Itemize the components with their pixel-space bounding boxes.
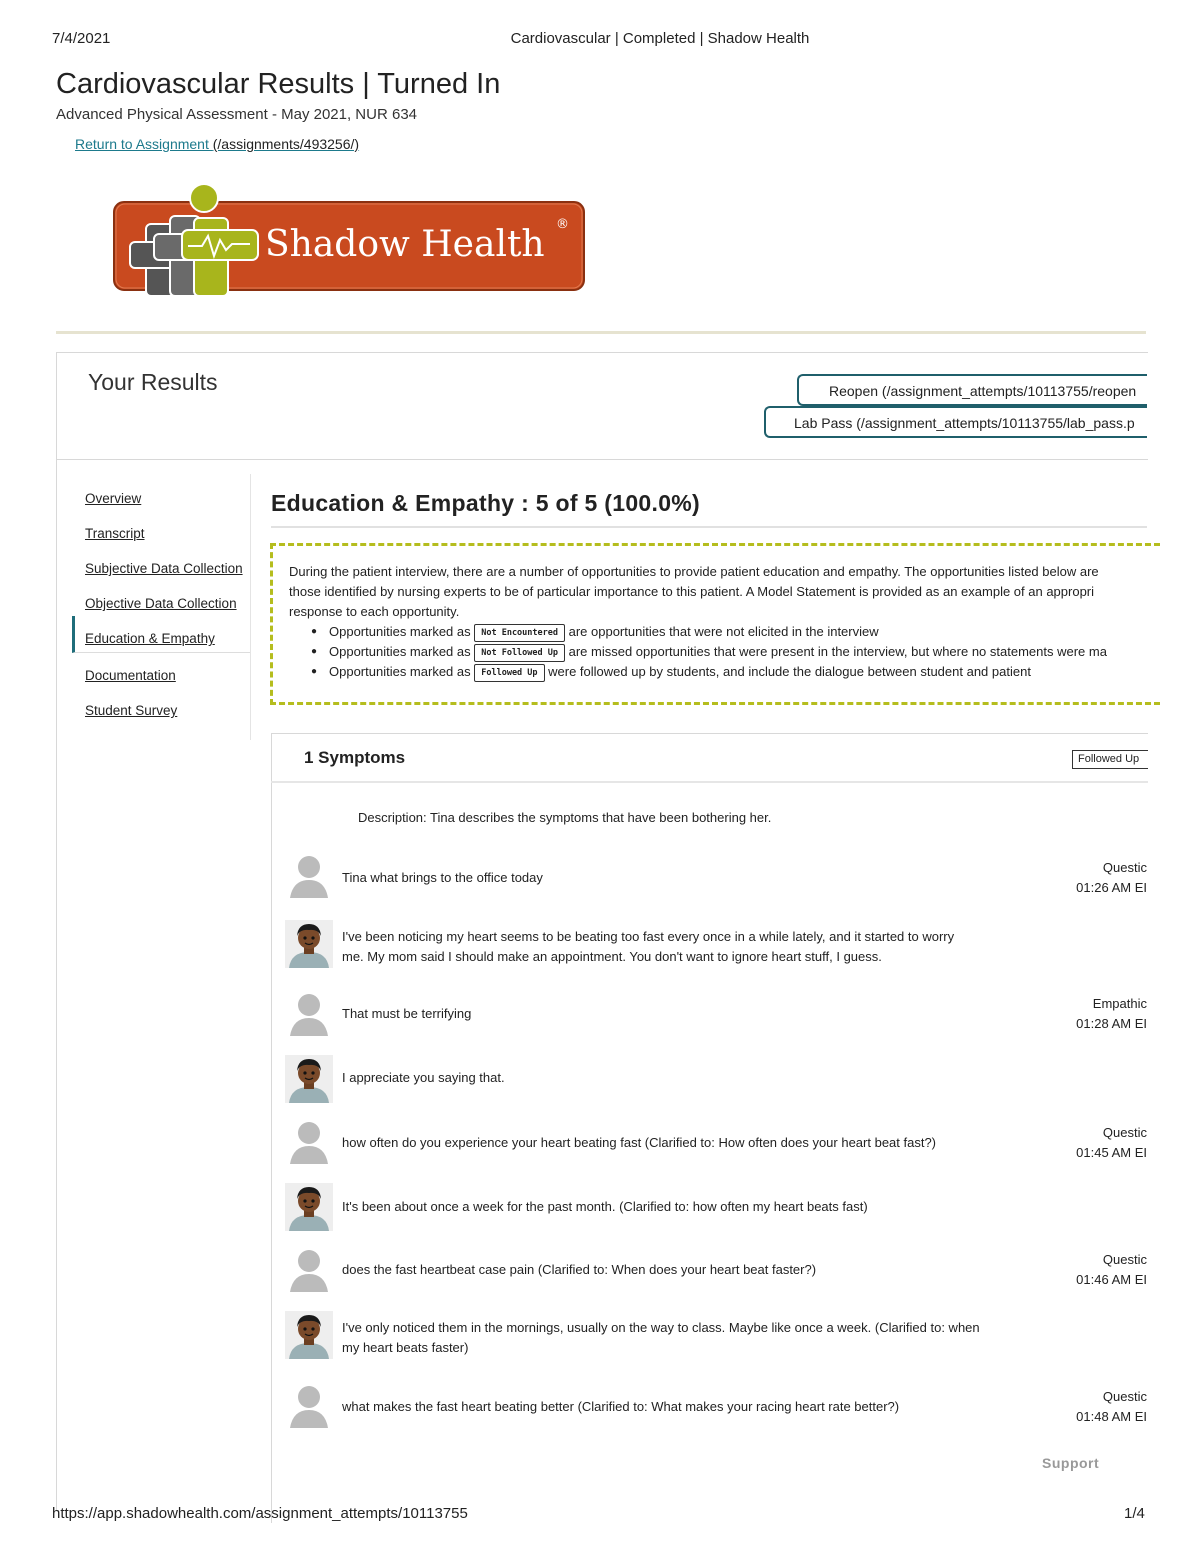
patient-avatar-icon bbox=[285, 1311, 333, 1359]
message-time: 01:46 AM EI bbox=[1076, 1272, 1147, 1287]
course-subtitle: Advanced Physical Assessment - May 2021,… bbox=[56, 106, 418, 123]
legend-item: Opportunities marked as Not Encountered … bbox=[311, 622, 1146, 642]
return-link-path: (/assignments/493256/) bbox=[212, 136, 360, 152]
conversation-row-patient: It's been about once a week for the past… bbox=[285, 1183, 1147, 1231]
legend-item: Opportunities marked as Followed Up were… bbox=[311, 662, 1146, 682]
print-title: Cardiovascular | Completed | Shadow Heal… bbox=[510, 30, 810, 47]
patient-avatar-icon bbox=[285, 920, 333, 968]
return-link-label[interactable]: Return to Assignment bbox=[75, 136, 213, 152]
legend-suffix: are opportunities that were not elicited… bbox=[565, 624, 879, 639]
logo-registered: ® bbox=[556, 217, 569, 232]
your-results-title: Your Results bbox=[88, 369, 218, 395]
print-page-number: 1/4 bbox=[1124, 1505, 1145, 1522]
message-meta: Questic 01:46 AM EI bbox=[1047, 1250, 1147, 1290]
section-divider bbox=[271, 526, 1147, 528]
message-time: 01:28 AM EI bbox=[1076, 1016, 1147, 1031]
conversation-row-student: That must be terrifying Empathic 01:28 AM… bbox=[285, 990, 1147, 1038]
legend-suffix: are missed opportunities that were prese… bbox=[565, 644, 1107, 659]
legend-list: Opportunities marked as Not Encountered … bbox=[311, 622, 1146, 682]
education-info-box: During the patient interview, there are … bbox=[270, 543, 1160, 705]
opportunity-status-badge: Followed Up bbox=[1072, 750, 1148, 769]
patient-message: It's been about once a week for the past… bbox=[342, 1199, 868, 1214]
conversation-row-student: what makes the fast heart beating better… bbox=[285, 1382, 1147, 1430]
conversation-row-student: Tina what brings to the office today Que… bbox=[285, 852, 1147, 900]
info-intro-line-3: response to each opportunity. bbox=[289, 604, 460, 619]
logo-text: Shadow Health bbox=[265, 224, 545, 265]
info-intro-line-1: During the patient interview, there are … bbox=[289, 564, 1099, 579]
lab-pass-button[interactable]: Lab Pass (/assignment_attempts/10113755/… bbox=[764, 406, 1147, 438]
message-type: Questic bbox=[1102, 860, 1147, 875]
opportunity-description: Description: Tina describes the symptoms… bbox=[358, 810, 772, 825]
sidebar-item-objective-data[interactable]: Objective Data Collection bbox=[72, 581, 250, 616]
legend-suffix: were followed up by students, and includ… bbox=[544, 664, 1031, 679]
message-type: Questic bbox=[1102, 1252, 1147, 1267]
conversation-row-patient: I've been noticing my heart seems to be … bbox=[285, 920, 1147, 968]
student-message: That must be terrifying bbox=[342, 1006, 472, 1021]
print-url: https://app.shadowhealth.com/assignment_… bbox=[52, 1505, 468, 1522]
sidebar-item-documentation[interactable]: Documentation bbox=[72, 653, 250, 688]
student-avatar-icon bbox=[290, 1250, 328, 1292]
message-meta: Empathic 01:28 AM EI bbox=[1047, 994, 1147, 1034]
reopen-button[interactable]: Reopen (/assignment_attempts/10113755/re… bbox=[797, 374, 1147, 406]
patient-avatar-icon bbox=[285, 1055, 333, 1103]
opportunity-title: 1 Symptoms bbox=[304, 748, 406, 767]
header-divider bbox=[56, 331, 1146, 334]
not-followed-up-badge: Not Followed Up bbox=[474, 643, 565, 662]
patient-message: I've been noticing my heart seems to be … bbox=[342, 929, 955, 964]
message-time: 01:26 AM EI bbox=[1076, 880, 1147, 895]
conversation-row-student: does the fast heartbeat case pain (Clari… bbox=[285, 1246, 1147, 1294]
patient-message: I appreciate you saying that. bbox=[342, 1070, 505, 1085]
section-title: Education & Empathy : 5 of 5 (100.0%) bbox=[271, 490, 701, 516]
legend-prefix: Opportunities marked as bbox=[329, 664, 475, 679]
student-avatar-icon bbox=[290, 1386, 328, 1428]
sidebar-item-student-survey[interactable]: Student Survey bbox=[72, 688, 250, 723]
conversation-row-student: how often do you experience your heart b… bbox=[285, 1118, 1147, 1166]
sidebar-item-subjective-data[interactable]: Subjective Data Collection bbox=[72, 546, 250, 581]
student-message: does the fast heartbeat case pain (Clari… bbox=[342, 1262, 817, 1277]
followed-up-badge: Followed Up bbox=[474, 663, 545, 682]
legend-prefix: Opportunities marked as bbox=[329, 624, 475, 639]
not-encountered-badge: Not Encountered bbox=[474, 623, 565, 642]
message-type: Questic bbox=[1102, 1389, 1147, 1404]
shadow-health-logo: Shadow Health ® bbox=[110, 178, 590, 308]
student-avatar-icon bbox=[290, 994, 328, 1036]
message-time: 01:45 AM EI bbox=[1076, 1145, 1147, 1160]
results-sidebar: Overview Transcript Subjective Data Coll… bbox=[72, 476, 250, 723]
patient-message: I've only noticed them in the mornings, … bbox=[342, 1320, 980, 1355]
return-to-assignment-link[interactable]: Return to Assignment (/assignments/49325… bbox=[75, 136, 359, 152]
legend-item: Opportunities marked as Not Followed Up … bbox=[311, 642, 1146, 662]
message-meta: Questic 01:48 AM EI bbox=[1047, 1387, 1147, 1427]
conversation-row-patient: I appreciate you saying that. bbox=[285, 1055, 1147, 1103]
message-meta: Questic 01:26 AM EI bbox=[1047, 858, 1147, 898]
student-avatar-icon bbox=[290, 856, 328, 898]
message-type: Empathic bbox=[1092, 996, 1147, 1011]
conversation-row-patient: I've only noticed them in the mornings, … bbox=[285, 1311, 1147, 1359]
message-time: 01:48 AM EI bbox=[1076, 1409, 1147, 1424]
sidebar-item-education-empathy[interactable]: Education & Empathy bbox=[72, 616, 250, 653]
message-meta: Questic 01:45 AM EI bbox=[1047, 1123, 1147, 1163]
sidebar-divider bbox=[250, 474, 251, 740]
content-left-border bbox=[56, 460, 57, 1510]
sidebar-item-overview[interactable]: Overview bbox=[72, 476, 250, 511]
patient-avatar-icon bbox=[285, 1183, 333, 1231]
message-type: Questic bbox=[1102, 1125, 1147, 1140]
support-button[interactable]: Support bbox=[1042, 1455, 1099, 1471]
legend-prefix: Opportunities marked as bbox=[329, 644, 475, 659]
student-message: Tina what brings to the office today bbox=[342, 870, 543, 885]
student-message: what makes the fast heart beating better… bbox=[342, 1399, 900, 1414]
student-message: how often do you experience your heart b… bbox=[342, 1135, 937, 1150]
sidebar-item-transcript[interactable]: Transcript bbox=[72, 511, 250, 546]
info-intro-line-2: those identified by nursing experts to b… bbox=[289, 584, 1095, 599]
page-title: Cardiovascular Results | Turned In bbox=[56, 68, 501, 100]
student-avatar-icon bbox=[290, 1122, 328, 1164]
